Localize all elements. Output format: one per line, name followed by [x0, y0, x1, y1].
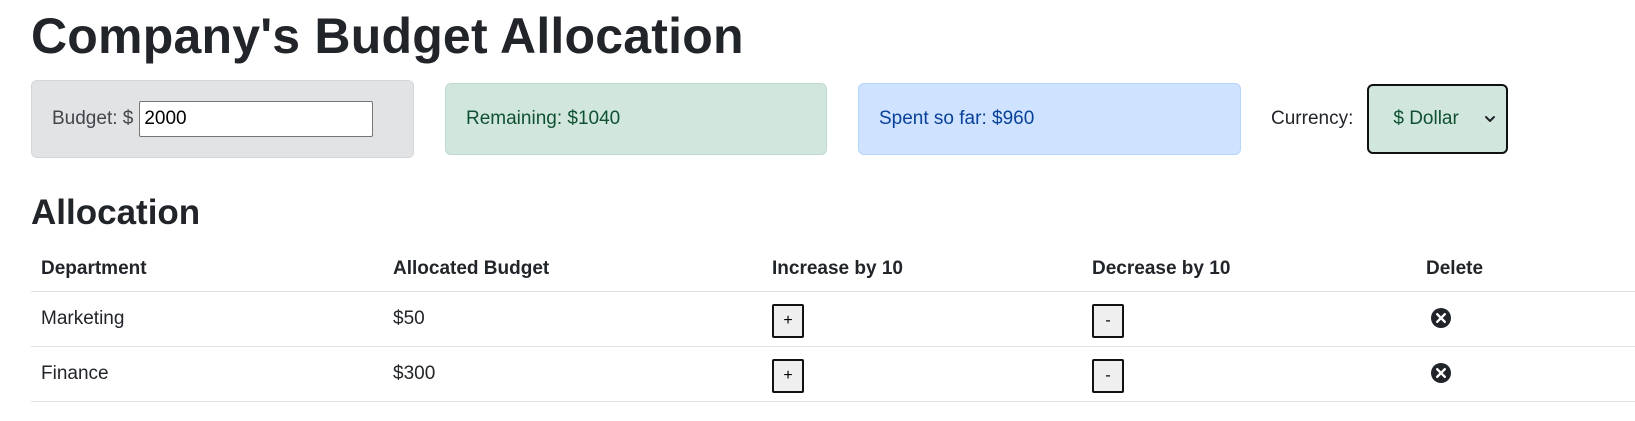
budget-cell: $300 — [383, 346, 762, 402]
delete-cell — [1416, 346, 1635, 402]
increase-button[interactable]: + — [772, 304, 804, 338]
spent-card: Spent so far: $960 — [858, 83, 1241, 155]
budget-input[interactable] — [139, 101, 374, 137]
page-title: Company's Budget Allocation — [31, 8, 744, 64]
remaining-card: Remaining: $1040 — [445, 83, 827, 155]
budget-cell: $50 — [383, 291, 762, 347]
delete-cell — [1416, 291, 1635, 347]
header-delete: Delete — [1416, 246, 1635, 292]
currency-label: Currency: — [1271, 108, 1354, 129]
decrease-button[interactable]: - — [1092, 359, 1124, 393]
close-circle-icon[interactable] — [1430, 307, 1452, 329]
decrease-cell: - — [1082, 346, 1416, 402]
decrease-button[interactable]: - — [1092, 304, 1124, 338]
app-container: Company's Budget Allocation Budget: $ Re… — [0, 0, 1635, 402]
spent-text: Spent so far: $960 — [879, 108, 1035, 129]
remaining-text: Remaining: $1040 — [466, 108, 621, 129]
increase-cell: + — [762, 291, 1082, 347]
table-row: Marketing $50 + - — [31, 291, 1635, 347]
department-cell: Finance — [31, 346, 383, 402]
decrease-cell: - — [1082, 291, 1416, 347]
chevron-down-icon — [1485, 116, 1496, 122]
increase-button[interactable]: + — [772, 359, 804, 393]
summary-row: Budget: $ Remaining: $1040 Spent so far:… — [31, 80, 1635, 158]
header-decrease: Decrease by 10 — [1082, 246, 1416, 292]
table-row: Finance $300 + - — [31, 346, 1635, 402]
increase-cell: + — [762, 346, 1082, 402]
budget-label: Budget: $ — [52, 108, 134, 129]
currency-selected-value: $ Dollar — [1393, 108, 1459, 129]
header-department: Department — [31, 246, 383, 292]
allocation-table: Department Allocated Budget Increase by … — [31, 246, 1635, 402]
table-header-row: Department Allocated Budget Increase by … — [31, 246, 1635, 292]
header-increase: Increase by 10 — [762, 246, 1082, 292]
allocation-heading: Allocation — [31, 193, 201, 232]
currency-group: Currency: $ Dollar — [1271, 84, 1509, 154]
budget-card: Budget: $ — [31, 80, 414, 158]
close-circle-icon[interactable] — [1430, 362, 1452, 384]
department-cell: Marketing — [31, 291, 383, 347]
currency-select[interactable]: $ Dollar — [1367, 84, 1509, 154]
header-allocated-budget: Allocated Budget — [383, 246, 762, 292]
